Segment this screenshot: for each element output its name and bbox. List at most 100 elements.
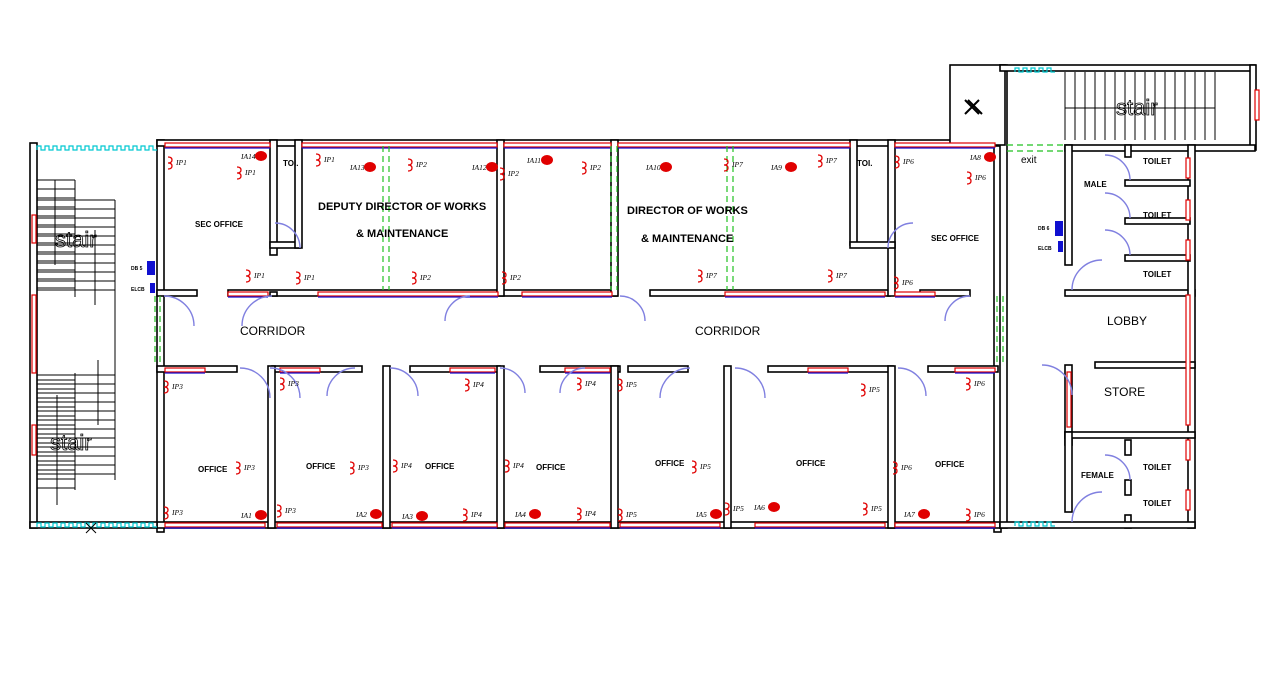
door-swing	[619, 295, 646, 322]
light-icon	[315, 153, 321, 167]
light-fixture: IP3	[163, 380, 183, 394]
exit-label: exit	[1021, 155, 1037, 166]
db-label: DB 5	[131, 266, 143, 272]
light-icon	[276, 504, 282, 518]
wall	[849, 139, 858, 246]
fixture-label: IA11	[526, 156, 541, 165]
fixture-label: IP2	[507, 169, 519, 178]
window	[31, 294, 37, 374]
door-swing	[1104, 192, 1131, 219]
room-toilet-left: TOI.	[283, 159, 298, 168]
room-male-toilet-3: TOILET	[1143, 270, 1171, 279]
door-swing	[163, 295, 195, 327]
window	[503, 142, 612, 148]
window	[1185, 239, 1191, 261]
fixture-label: IP3	[357, 463, 369, 472]
door-swing	[734, 367, 766, 399]
window	[807, 367, 849, 373]
room-male: MALE	[1084, 180, 1107, 189]
fixture-label: IA12	[471, 163, 487, 172]
light-icon	[245, 269, 251, 283]
light-icon	[295, 271, 301, 285]
window	[617, 142, 851, 148]
light-fixture: IP7	[697, 269, 717, 283]
fixture-label: IA2	[355, 510, 367, 519]
fixture-label: IP1	[244, 168, 256, 177]
fixture-label: IA3	[401, 512, 413, 521]
light-fixture: IP4	[504, 459, 524, 473]
light-fixture: IP6	[892, 461, 912, 475]
wall	[610, 365, 619, 529]
window	[164, 142, 271, 148]
fixture-label: IP6	[973, 510, 985, 519]
wall	[269, 139, 278, 256]
room-deputy-director-line2: & MAINTENANCE	[356, 228, 448, 240]
light-icon	[965, 508, 971, 522]
light-fixture: IP3	[235, 461, 255, 475]
window	[504, 522, 611, 528]
fixture-label: IP1	[303, 273, 315, 282]
wall	[999, 64, 1256, 72]
light-fixture: IP3	[349, 461, 369, 475]
window	[894, 142, 996, 148]
ac-icon	[416, 511, 428, 521]
fixture-label: IA8	[969, 153, 981, 162]
ac-unit-fixture: IA14	[240, 151, 267, 161]
wall	[999, 521, 1196, 529]
light-fixture: IP5	[862, 502, 882, 516]
wall	[1124, 179, 1191, 187]
elcb-label: ELCB	[131, 287, 145, 293]
window	[227, 291, 269, 297]
fixture-label: IP4	[470, 510, 482, 519]
window	[1185, 157, 1191, 179]
light-icon	[235, 461, 241, 475]
light-icon	[723, 158, 729, 172]
ac-unit-fixture: IA7	[903, 509, 930, 519]
room-director-line2: & MAINTENANCE	[641, 233, 733, 245]
fixture-label: IP4	[584, 379, 596, 388]
ac-icon	[364, 162, 376, 172]
room-office-1: OFFICE	[198, 465, 228, 474]
elcb-label: ELCB	[1038, 246, 1052, 252]
fixture-label: IP7	[835, 271, 847, 280]
window	[1185, 294, 1191, 426]
window	[521, 291, 613, 297]
wall	[1064, 431, 1073, 513]
light-icon	[581, 161, 587, 175]
wall	[887, 365, 896, 529]
fixture-label: IP5	[699, 462, 711, 471]
door-swing	[1071, 491, 1103, 523]
light-icon	[697, 269, 703, 283]
stair-left-top-label: stair	[55, 227, 97, 252]
room-deputy-director-line1: DEPUTY DIRECTOR OF WORKS	[318, 201, 486, 213]
door-swing	[241, 295, 273, 327]
wall	[1124, 439, 1132, 456]
room-female-toilet-2: TOILET	[1143, 499, 1171, 508]
ac-icon	[486, 162, 498, 172]
ac-icon	[541, 155, 553, 165]
light-icon	[279, 377, 285, 391]
door-swing	[444, 295, 471, 322]
light-icon	[462, 508, 468, 522]
wall	[1094, 361, 1196, 369]
light-fixture: IP6	[965, 377, 985, 391]
light-fixture: IP6	[965, 508, 985, 522]
window	[894, 522, 996, 528]
fixture-label: IP3	[243, 463, 255, 472]
fixture-label: IP7	[705, 271, 717, 280]
fixture-label: IP6	[973, 379, 985, 388]
light-fixture: IP5	[617, 378, 637, 392]
fixture-label: IP7	[731, 160, 743, 169]
light-fixture: IP6	[966, 171, 986, 185]
ac-icon	[660, 162, 672, 172]
ac-unit-fixture: IA12	[471, 162, 498, 172]
balcony-rail	[36, 145, 157, 151]
light-icon	[407, 158, 413, 172]
elcb-icon	[1058, 241, 1063, 252]
fixture-label: IA10	[645, 163, 661, 172]
room-office-7: OFFICE	[935, 460, 965, 469]
window	[954, 367, 996, 373]
room-office-4: OFFICE	[536, 463, 566, 472]
fixture-label: IP5	[732, 504, 744, 513]
room-toilet-right: TOI.	[857, 159, 872, 168]
